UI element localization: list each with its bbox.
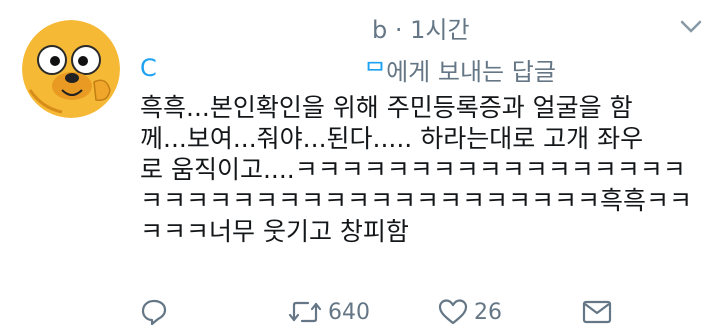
reply-to-label: ᄆ에게 보내는 답글 [364, 52, 556, 87]
retweet-count: 640 [328, 299, 370, 325]
tweet-meta: b · 1시간 [372, 16, 470, 44]
heart-icon [438, 299, 468, 325]
like-count: 26 [474, 299, 502, 325]
reply-handle[interactable]: C [140, 54, 157, 82]
reply-to-text: 에게 보내는 답글 [386, 58, 556, 86]
reply-icon [141, 299, 167, 326]
tweet-body-line: 로 움직이고....ㅋㅋㅋㅋㅋㅋㅋㅋㅋㅋㅋㅋㅋㅋㅋㅋㅋ [140, 155, 686, 184]
avatar[interactable] [22, 20, 120, 118]
reply-button[interactable] [140, 294, 168, 330]
like-button[interactable]: 26 [438, 294, 502, 330]
tweet-body: 흑흑...본인확인을 위해 주민등록증과 얼굴을 함 께...보여...줘야..… [140, 92, 710, 247]
redacted-handle [174, 58, 384, 84]
tweet-body-line: ㅋㅋㅋㅋㅋㅋㅋㅋㅋㅋㅋㅋㅋㅋㅋㅋㅋㅋㅋㅋ흑흑ㅋㅋ [140, 186, 693, 215]
tweet-body-line: ㅋㅋㅋ너무 웃기고 창피함 [140, 217, 409, 246]
reply-handle-tail[interactable]: ᄆ [364, 58, 386, 86]
tweet-body-line: 흑흑...본인확인을 위해 주민등록증과 얼굴을 함 [140, 93, 633, 122]
retweet-button[interactable]: 640 [288, 294, 370, 330]
tweet-body-line: 께...보여...줘야...된다..... 하라는대로 고개 좌우 [140, 124, 644, 153]
direct-message-button[interactable] [582, 294, 612, 330]
jake-dog-avatar-icon [22, 20, 120, 118]
replying-to: C ᄆ에게 보내는 답글 [140, 52, 580, 86]
chevron-down-icon[interactable] [680, 20, 702, 34]
retweet-icon [288, 301, 322, 323]
envelope-icon [582, 300, 612, 324]
tweet-actions: 640 26 [140, 294, 710, 330]
tweet-header: b · 1시간 [140, 4, 710, 44]
